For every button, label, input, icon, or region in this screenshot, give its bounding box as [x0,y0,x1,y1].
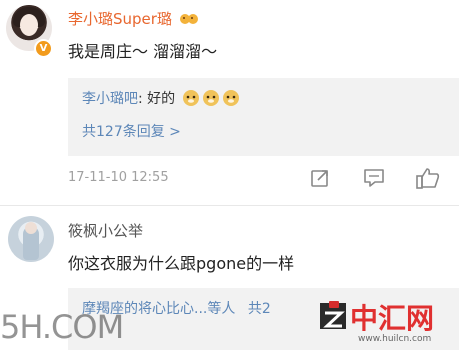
avatar[interactable] [8,216,54,262]
comment-content: 我是周庄～ 溜溜溜～ [68,42,218,61]
watermark-left: 5H.COM [0,308,124,346]
share-icon[interactable] [310,168,332,188]
reply-count-prefix[interactable]: 共 [248,301,262,317]
reply-count[interactable]: 2 [262,301,271,317]
reply-author[interactable]: 李小璐吧 [82,91,138,107]
expand-replies-link[interactable]: 共127条回复 > [82,121,181,141]
thumb-up-icon[interactable] [416,167,440,189]
comment-content: 你这衣服为什么跟pgone的一样 [68,254,295,273]
watermark-url: www.huilcn.com [358,334,432,344]
reply-line: 李小璐吧: 好的 [82,88,240,108]
watermark-right: 中汇网 www.huilcn.com [318,291,459,350]
reply-text: 好的 [147,91,176,107]
comment-username[interactable]: 筱枫小公举 [68,220,143,241]
crown-badge-icon [179,14,198,24]
comment-icon[interactable] [363,168,385,188]
reply-preview-box[interactable]: 李小璐吧: 好的 共127条回复 > [68,78,459,156]
comment-username[interactable]: 李小璐Super璐 [68,8,198,29]
comment-divider [0,205,459,206]
doge-emoji-icon [182,90,239,106]
comment-timestamp: 17-11-10 12:55 [68,170,169,185]
watermark-title: 中汇网 [350,302,435,335]
username-text: 李小璐Super璐 [68,10,172,28]
verified-badge-icon: V [34,39,53,58]
reply-separator: : [138,91,148,107]
logo-icon [320,301,346,329]
